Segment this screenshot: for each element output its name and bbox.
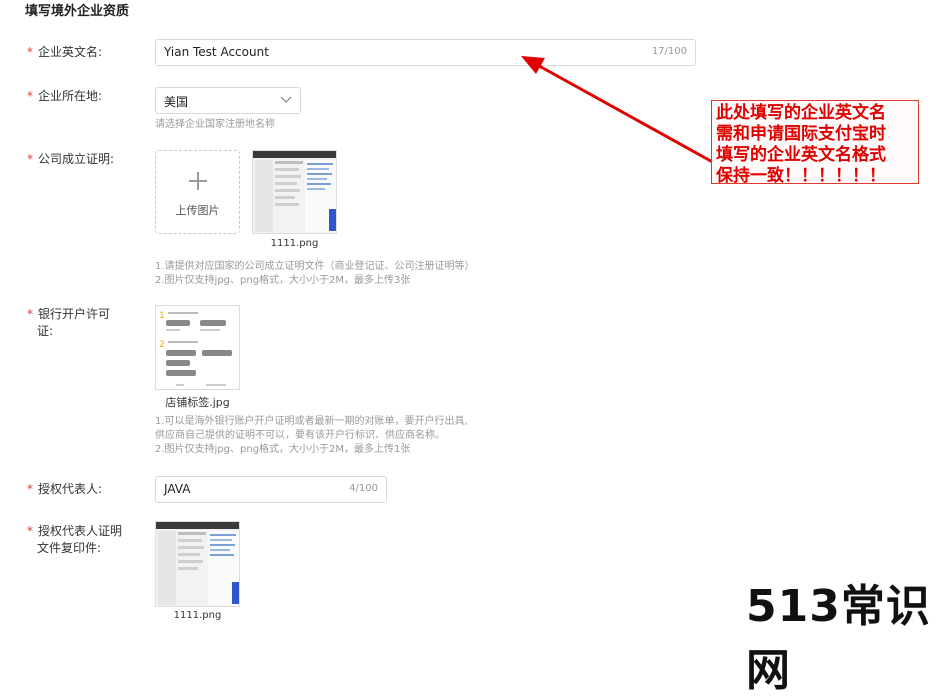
annotation-line-4: 保持一致！！！！！！ (716, 166, 886, 186)
annotation-line-2: 需和申请国际支付宝时 (716, 124, 886, 144)
site-watermark: 513常识网 (746, 581, 931, 696)
annotation-line-3: 填写的企业英文名格式 (716, 145, 886, 165)
annotation-line-1: 此处填写的企业英文名 (716, 103, 886, 123)
annotation-note: 此处填写的企业英文名 需和申请国际支付宝时 填写的企业英文名格式 保持一致！！！… (711, 100, 919, 186)
annotation-arrow (521, 56, 719, 167)
